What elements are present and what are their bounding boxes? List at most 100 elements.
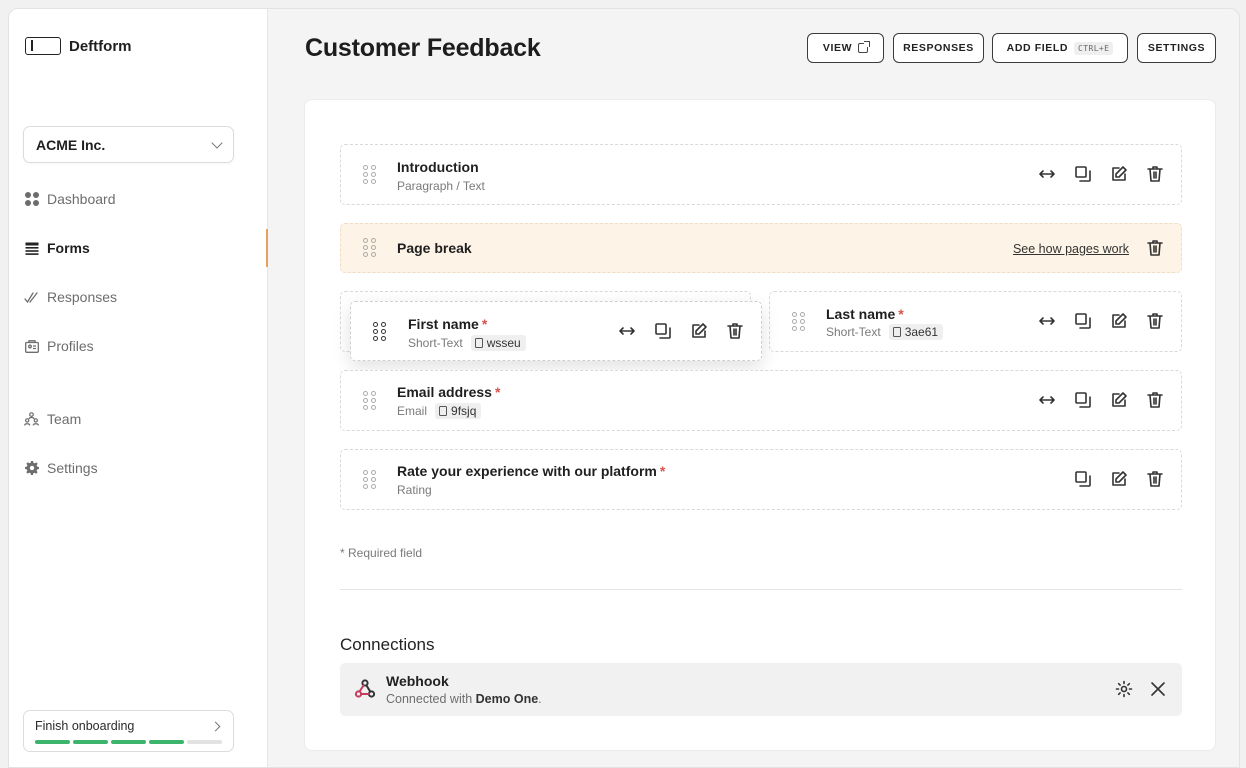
logo[interactable]: Deftform <box>25 37 132 55</box>
sidebar-item-label: Forms <box>47 240 90 256</box>
page-title: Customer Feedback <box>305 34 541 62</box>
field-type: Email 9fsjq <box>397 403 482 419</box>
app-window: Deftform ACME Inc. Dashboard Forms Respo… <box>8 8 1240 768</box>
field-actions <box>1037 311 1165 331</box>
field-title: Email address * <box>397 384 501 400</box>
drag-handle-icon[interactable] <box>373 322 386 341</box>
see-how-pages-work-link[interactable]: See how pages work <box>1013 242 1129 256</box>
org-name: ACME Inc. <box>36 136 106 153</box>
duplicate-icon[interactable] <box>1073 311 1093 331</box>
sidebar-item-responses[interactable]: Responses <box>24 289 117 305</box>
trash-icon[interactable] <box>1145 238 1165 258</box>
drag-handle-icon[interactable] <box>363 238 376 257</box>
field-last-name[interactable]: Last name * Short-Text 3ae61 <box>769 291 1182 352</box>
responses-button[interactable]: RESPONSES <box>893 33 984 63</box>
trash-icon[interactable] <box>1145 469 1165 489</box>
sidebar-item-label: Responses <box>47 289 118 305</box>
responses-button-label: RESPONSES <box>903 42 974 54</box>
field-introduction[interactable]: Introduction Paragraph / Text <box>340 144 1182 205</box>
field-rating[interactable]: Rate your experience with our platform * … <box>340 449 1182 510</box>
edit-icon[interactable] <box>1109 390 1129 410</box>
clipboard-icon <box>474 338 483 348</box>
add-field-button-label: ADD FIELD <box>1006 42 1069 54</box>
field-id-badge[interactable]: 3ae61 <box>888 324 944 340</box>
add-field-button[interactable]: ADD FIELD CTRL+E <box>992 33 1128 63</box>
edit-icon[interactable] <box>1109 469 1129 489</box>
sidebar-item-dashboard[interactable]: Dashboard <box>24 191 116 207</box>
dashboard-icon <box>24 192 39 207</box>
field-actions <box>1145 238 1165 258</box>
field-type: Short-Text 3ae61 <box>826 324 944 340</box>
shortcut-badge: CTRL+E <box>1074 41 1114 55</box>
external-link-icon <box>858 41 871 53</box>
connections-title: Connections <box>340 635 435 654</box>
forms-icon <box>24 241 39 256</box>
drag-handle-icon[interactable] <box>363 391 376 410</box>
field-id-badge[interactable]: 9fsjq <box>435 403 482 419</box>
field-id-badge[interactable]: wsseu <box>470 335 526 351</box>
gear-icon <box>24 461 39 476</box>
sidebar-item-label: Dashboard <box>47 191 116 207</box>
onboarding-card[interactable]: Finish onboarding <box>23 710 234 752</box>
field-type: Rating <box>397 483 432 497</box>
required-field-note: * Required field <box>340 546 423 560</box>
profiles-icon <box>24 339 39 354</box>
sidebar-item-label: Profiles <box>47 338 94 354</box>
duplicate-icon[interactable] <box>653 321 673 341</box>
trash-icon[interactable] <box>1145 164 1165 184</box>
sidebar-item-team[interactable]: Team <box>24 411 81 427</box>
view-button[interactable]: VIEW <box>807 33 884 63</box>
drag-handle-icon[interactable] <box>363 165 376 184</box>
duplicate-icon[interactable] <box>1073 164 1093 184</box>
connection-name: Webhook <box>386 673 449 689</box>
resize-width-icon[interactable] <box>1037 311 1057 331</box>
active-indicator <box>266 229 268 267</box>
settings-button[interactable]: SETTINGS <box>1137 33 1216 63</box>
field-title: Page break <box>397 240 472 256</box>
resize-width-icon[interactable] <box>617 321 637 341</box>
gear-icon[interactable] <box>1114 679 1134 699</box>
field-title: Rate your experience with our platform * <box>397 463 666 479</box>
progress-segment <box>73 740 108 744</box>
sidebar-item-forms[interactable]: Forms <box>24 240 90 256</box>
connection-description: Connected with Demo One. <box>386 692 542 706</box>
onboarding-label: Finish onboarding <box>35 719 135 733</box>
field-title: Introduction <box>397 159 479 175</box>
view-button-label: VIEW <box>822 42 853 54</box>
onboarding-progress <box>35 740 222 744</box>
field-title: First name * <box>408 316 488 332</box>
field-actions <box>1037 164 1165 184</box>
trash-icon[interactable] <box>1145 311 1165 331</box>
close-icon[interactable] <box>1148 679 1168 699</box>
clipboard-icon <box>439 406 448 416</box>
org-select[interactable]: ACME Inc. <box>23 126 234 163</box>
field-page-break[interactable]: Page break See how pages work <box>340 223 1182 273</box>
drag-handle-icon[interactable] <box>363 470 376 489</box>
field-first-name-dragging[interactable]: First name * Short-Text wsseu <box>350 301 762 361</box>
field-type: Paragraph / Text <box>397 179 485 193</box>
trash-icon[interactable] <box>1145 390 1165 410</box>
field-actions <box>617 321 745 341</box>
duplicate-icon[interactable] <box>1073 390 1093 410</box>
field-actions <box>1073 469 1165 489</box>
edit-icon[interactable] <box>689 321 709 341</box>
sidebar-item-label: Settings <box>47 460 98 476</box>
progress-segment <box>111 740 146 744</box>
field-email[interactable]: Email address * Email 9fsjq <box>340 370 1182 431</box>
clipboard-icon <box>892 327 901 337</box>
sidebar-item-settings[interactable]: Settings <box>24 460 98 476</box>
field-title: Last name * <box>826 306 904 322</box>
duplicate-icon[interactable] <box>1073 469 1093 489</box>
settings-button-label: SETTINGS <box>1147 42 1206 54</box>
team-icon <box>24 412 39 427</box>
sidebar-item-profiles[interactable]: Profiles <box>24 338 94 354</box>
resize-width-icon[interactable] <box>1037 390 1057 410</box>
trash-icon[interactable] <box>725 321 745 341</box>
connection-webhook[interactable]: Webhook Connected with Demo One. <box>340 663 1182 716</box>
edit-icon[interactable] <box>1109 311 1129 331</box>
drag-handle-icon[interactable] <box>792 312 805 331</box>
edit-icon[interactable] <box>1109 164 1129 184</box>
webhook-icon <box>354 678 376 705</box>
progress-segment <box>187 740 222 744</box>
resize-width-icon[interactable] <box>1037 164 1057 184</box>
